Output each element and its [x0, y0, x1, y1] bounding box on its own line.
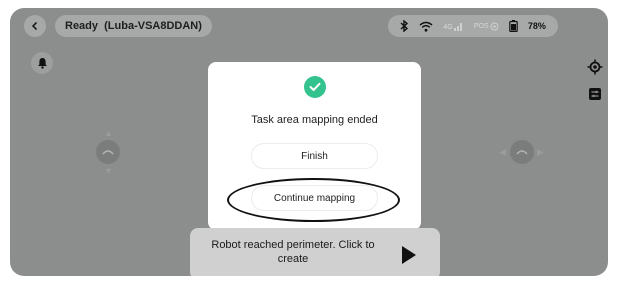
battery-percent: 78%	[527, 21, 546, 31]
joystick-down-arrow: ▼	[104, 166, 113, 176]
device-status-pill[interactable]: Ready (Luba-VSA8DDAN)	[55, 15, 212, 37]
perimeter-prompt-text: Robot reached perimeter. Click to create	[211, 239, 375, 265]
pos-indicator: POS	[474, 22, 499, 31]
joystick-right-arrow: ▶	[537, 147, 544, 157]
back-button[interactable]	[24, 15, 46, 37]
locate-button[interactable]	[584, 56, 606, 78]
signal-bars-icon	[453, 23, 462, 31]
left-joystick[interactable]	[96, 140, 120, 164]
dialog-message: Task area mapping ended	[251, 114, 378, 126]
check-icon	[309, 82, 321, 91]
signal-indicator: 4G	[443, 21, 463, 31]
joystick-left-arrow: ◀	[499, 147, 506, 157]
locate-icon	[587, 59, 603, 75]
right-joystick[interactable]	[510, 140, 534, 164]
bluetooth-icon	[400, 20, 409, 32]
success-badge	[304, 76, 326, 98]
system-status-pill: 4G POS 78%	[388, 15, 558, 37]
perimeter-prompt[interactable]: Robot reached perimeter. Click to create	[190, 228, 440, 276]
settings-button[interactable]	[584, 83, 606, 105]
mower-icon	[102, 150, 114, 155]
settings-icon	[589, 88, 601, 100]
signal-label: 4G	[443, 24, 453, 31]
highlight-ellipse	[227, 178, 400, 222]
notification-button[interactable]	[31, 52, 53, 74]
finish-button[interactable]: Finish	[251, 143, 378, 169]
pos-label: POS	[473, 22, 489, 30]
mower-icon	[516, 150, 528, 155]
joystick-up-arrow: ▲	[104, 128, 113, 138]
satellite-icon	[490, 22, 499, 30]
bell-icon	[37, 58, 47, 69]
device-status-text: Ready (Luba-VSA8DDAN)	[65, 20, 202, 32]
play-icon[interactable]	[402, 246, 416, 264]
app-screen: Ready (Luba-VSA8DDAN) 4G POS 78% ▲ ▼ ◀ ▶…	[10, 8, 608, 276]
battery-icon	[508, 20, 518, 32]
chevron-left-icon	[31, 21, 38, 31]
wifi-icon	[419, 21, 433, 32]
